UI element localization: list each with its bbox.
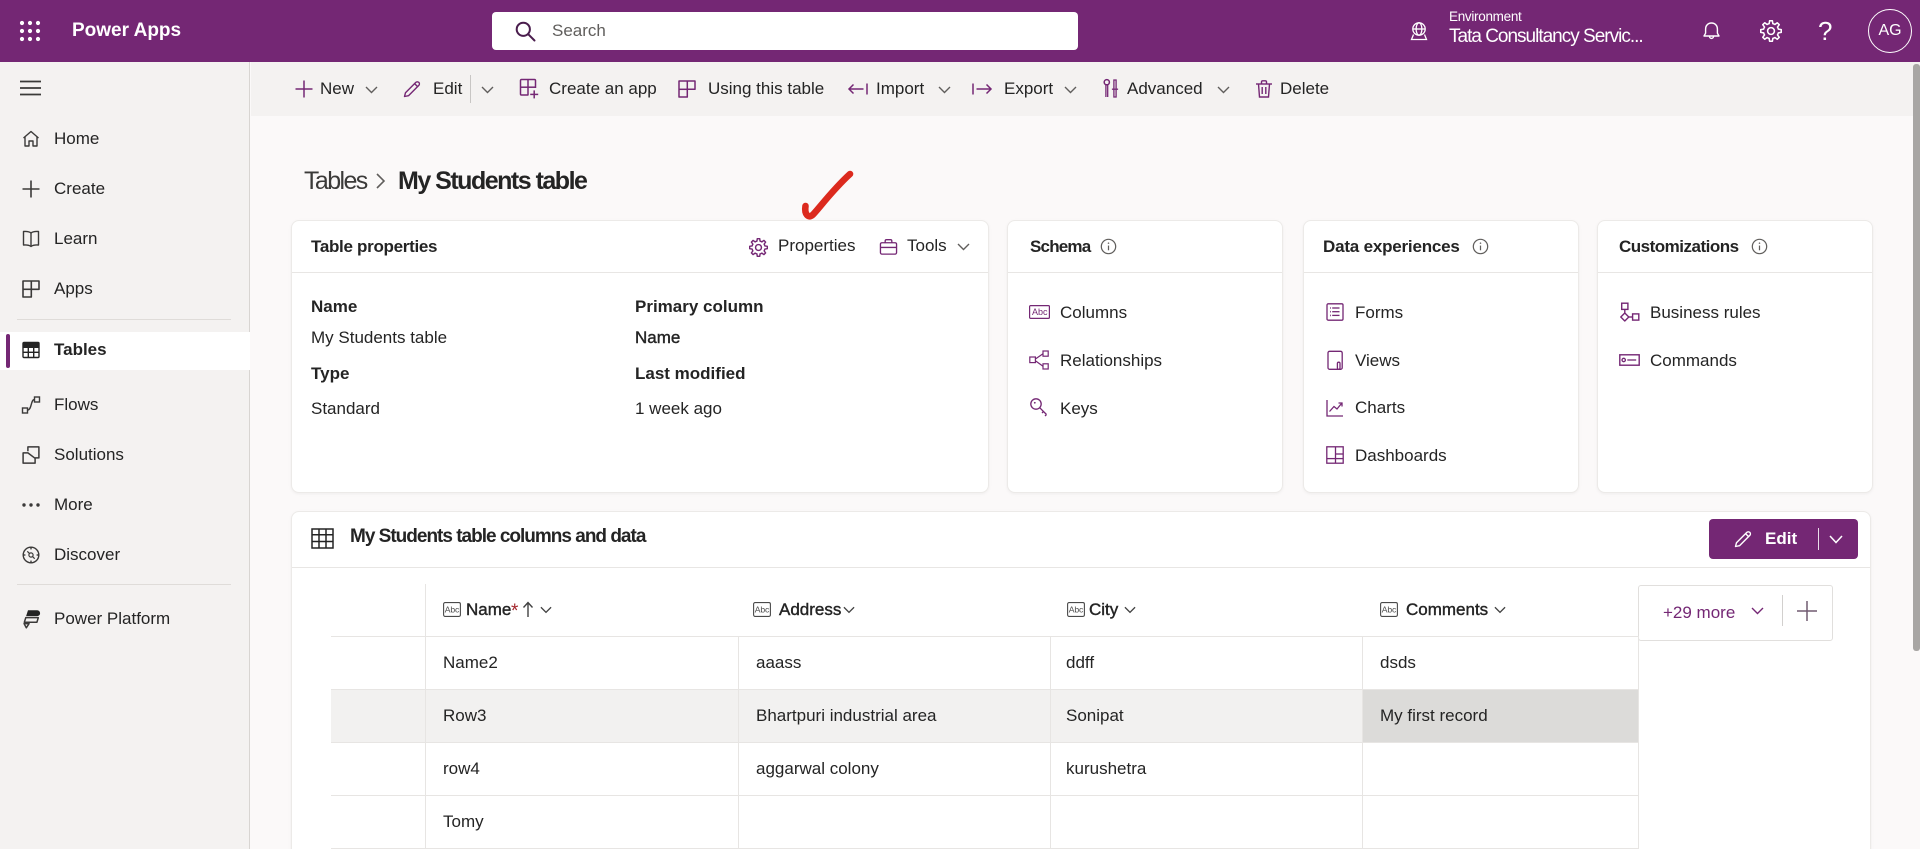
svg-text:Abc: Abc xyxy=(1069,605,1084,615)
svg-text:Abc: Abc xyxy=(755,605,770,615)
svg-text:Abc: Abc xyxy=(445,605,460,615)
svg-text:Abc: Abc xyxy=(1032,307,1048,317)
svg-text:Abc: Abc xyxy=(1382,605,1397,615)
